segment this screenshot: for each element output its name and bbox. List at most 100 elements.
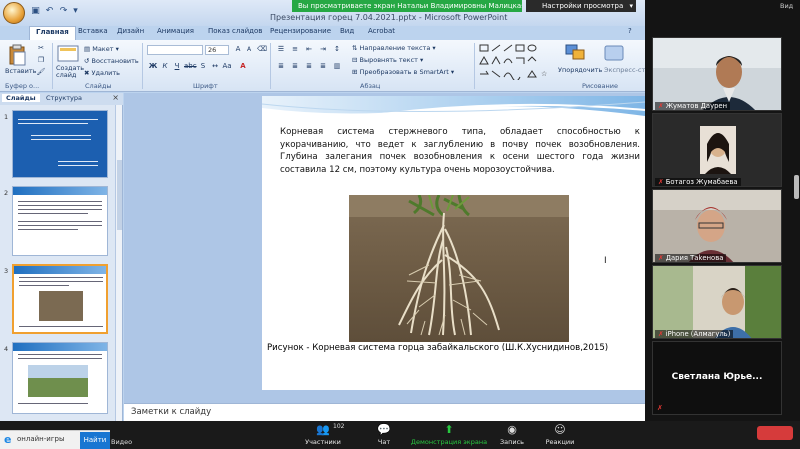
strike-icon[interactable]: abc [184,62,197,71]
browser-icon[interactable]: e [4,433,11,446]
justify-icon[interactable]: ≣ [318,62,328,71]
view-settings-button[interactable]: Настройки просмотра ▾ [526,0,636,12]
grow-font-icon[interactable]: A [233,45,243,54]
numbering-icon[interactable]: ≡ [290,45,300,54]
participant-tile[interactable]: ✗ iPhone (Алмагуль) [652,265,782,339]
thumbnail-photo [28,365,88,397]
notes-placeholder: Заметки к слайду [131,407,212,417]
bold-icon[interactable]: Ж [148,62,158,71]
qat-menu-icon[interactable]: ▾ [70,6,81,17]
smartart-label: Преобразовать в SmartArt [359,68,449,76]
mic-muted-icon: ✗ [658,254,664,262]
slide-thumbnail[interactable] [12,110,108,178]
tab-acrobat[interactable]: Acrobat [368,27,395,35]
chevron-down-icon: ▾ [629,2,634,10]
participant-name: ✗ Жуматов Даурен [655,102,731,110]
video-label[interactable]: Видео [111,438,132,446]
layout-button[interactable]: ▤ Макет ▾ [84,45,119,53]
close-icon[interactable]: × [112,93,119,102]
paragraph-group-label: Абзац [360,82,381,90]
new-slide-icon [57,45,79,62]
decrease-indent-icon[interactable]: ⇤ [304,45,314,54]
new-slide-label: Создать слайд [56,64,85,79]
clear-format-icon[interactable]: ⌫ [257,45,267,54]
font-color-icon[interactable]: A [238,62,248,71]
taskbar-search-text[interactable]: онлайн-игры [17,435,64,443]
participant-tile[interactable]: ✗ Ботагоз Жумабаева [652,113,782,187]
participant-tile[interactable]: ✗ Дария Таkенова [652,189,782,263]
align-text-button[interactable]: ⊟ Выровнять текст ▾ [352,56,423,64]
slide-thumbnail-selected[interactable] [12,264,108,334]
align-text-label: Выровнять текст [359,56,418,64]
underline-icon[interactable]: Ч [172,62,182,71]
tab-view[interactable]: Вид [340,27,354,35]
shadow-icon[interactable]: S [198,62,208,71]
panel-scrollbar[interactable] [115,105,122,423]
participant-name-card[interactable]: Светлана Юрье... ✗ [652,341,782,415]
font-name-field[interactable] [147,45,203,55]
redo-icon[interactable]: ↷ [58,6,69,17]
participants-gallery: ✗ Жуматов Даурен ✗ Ботагоз Жумабаева ✗ Дар [645,0,800,421]
arrange-label: Упорядочить [558,66,603,74]
shapes-gallery-icon[interactable]: ☆ [479,44,553,80]
tab-slideshow[interactable]: Показ слайдов [208,27,262,35]
participants-label: Участники [305,438,341,446]
smartart-button[interactable]: ⊞ Преобразовать в SmartArt ▾ [352,68,454,76]
spacing-icon[interactable]: ↔ [210,62,220,71]
video-feed [653,38,781,110]
case-icon[interactable]: Aa [222,62,232,71]
line-spacing-icon[interactable]: ↕ [332,45,342,54]
cut-icon[interactable]: ✂ [36,44,46,53]
align-center-icon[interactable]: ≣ [290,62,300,71]
columns-icon[interactable]: ▥ [332,62,342,71]
thumbnail-photo [39,291,83,321]
delete-button[interactable]: ✖ Удалить [84,69,120,77]
view-label[interactable]: Вид [780,2,793,10]
increase-indent-icon[interactable]: ⇥ [318,45,328,54]
text-direction-button[interactable]: ⇅ Направление текста ▾ [352,44,436,52]
tab-design[interactable]: Дизайн [117,27,144,35]
layout-label: Макет [92,45,114,53]
participant-name-text: Ботагоз Жумабаева [665,178,738,186]
tab-animation[interactable]: Анимация [157,27,194,35]
slide-number: 3 [4,267,9,275]
slide-body-text[interactable]: Корневая система стержневого типа, облад… [280,126,640,176]
ribbon-tabs: Главная Вставка Дизайн Анимация Показ сл… [0,26,645,40]
slide-thumbnail[interactable] [12,342,108,414]
participant-tile[interactable]: ✗ Жуматов Даурен [652,37,782,111]
bullets-icon[interactable]: ☰ [276,45,286,54]
italic-icon[interactable]: К [160,62,170,71]
slide-canvas[interactable]: Корневая система стержневого типа, облад… [262,96,645,390]
chat-label: Чат [377,438,391,446]
taskbar-find-button[interactable]: Найти [80,432,110,449]
align-left-icon[interactable]: ≣ [276,62,286,71]
save-icon[interactable]: ▣ [30,6,41,17]
font-size-field[interactable]: 26 [205,45,229,55]
slide-thumbnail[interactable] [12,186,108,256]
copy-icon[interactable]: ❐ [36,56,46,65]
help-icon[interactable]: ? [628,27,632,35]
video-feed [653,114,781,186]
participants-count: 102 [333,423,345,430]
tab-slides[interactable]: Слайды [2,94,40,102]
notes-pane[interactable]: Заметки к слайду [124,403,645,421]
gallery-scrollbar[interactable] [794,175,799,199]
tab-outline[interactable]: Структура [46,94,82,102]
video-feed [653,266,781,338]
align-right-icon[interactable]: ≣ [304,62,314,71]
end-meeting-button[interactable] [757,426,793,440]
tab-insert[interactable]: Вставка [78,27,108,35]
reset-button[interactable]: ↺ Восстановить [84,57,139,65]
undo-icon[interactable]: ↶ [44,6,55,17]
ribbon: Вставить ✂ ❐ 🖌 Буфер о... Создать слайд … [0,40,656,92]
tab-review[interactable]: Рецензирование [270,27,331,35]
slide-header-decoration [262,96,645,116]
format-painter-icon[interactable]: 🖌 [36,68,46,77]
shrink-font-icon[interactable]: A [244,45,254,54]
participant-name: ✗ Ботагоз Жумабаева [655,178,741,186]
drawing-group-label: Рисование [582,82,618,90]
tab-home[interactable]: Главная [29,26,76,40]
font-group-label: Шрифт [193,82,218,90]
office-button[interactable] [3,2,25,24]
reactions-button[interactable]: ☺ Реакции [520,424,600,447]
